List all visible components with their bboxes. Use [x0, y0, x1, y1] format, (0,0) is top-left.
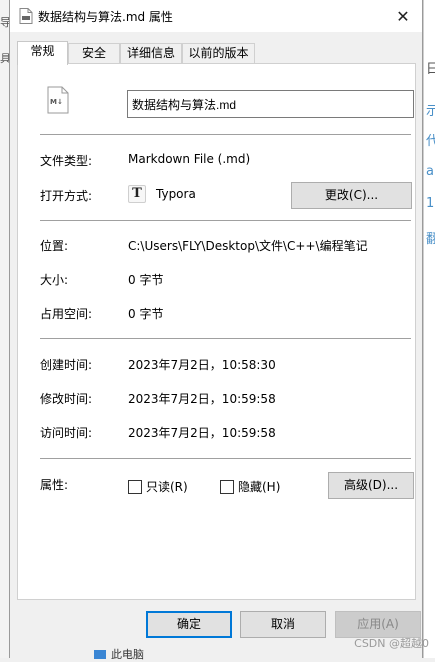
background-glyph: 日 — [426, 58, 435, 77]
apply-button[interactable]: 应用(A) — [335, 611, 421, 638]
ok-button[interactable]: 确定 — [146, 611, 232, 638]
background-glyph: 示 — [426, 100, 435, 119]
advanced-button[interactable]: 高级(D)... — [328, 472, 414, 499]
location-label: 位置: — [40, 239, 69, 253]
markdown-file-icon: M↓ — [47, 86, 69, 114]
close-icon: ✕ — [396, 6, 410, 26]
computer-icon — [94, 649, 106, 659]
modified-label: 修改时间: — [40, 392, 93, 406]
general-tab-panel: M↓ 文件类型: Markdown File (.md) 打开方式: T Typo… — [17, 63, 416, 600]
change-button[interactable]: 更改(C)... — [291, 182, 412, 209]
open-with-value: T Typora — [128, 185, 196, 203]
background-glyph: 代 — [426, 130, 435, 149]
open-with-label: 打开方式: — [40, 189, 93, 203]
svg-text:M↓: M↓ — [50, 98, 63, 106]
readonly-checkbox[interactable]: 只读(R) — [128, 478, 188, 495]
accessed-value: 2023年7月2日，10:59:58 — [128, 426, 276, 440]
file-type-label: 文件类型: — [40, 154, 93, 168]
this-pc-label: 此电脑 — [111, 648, 144, 661]
hidden-label: 隐藏(H) — [238, 480, 281, 494]
file-type-value: Markdown File (.md) — [128, 152, 251, 166]
tab-general[interactable]: 常规 — [17, 41, 68, 65]
title-bar[interactable]: 数据结构与算法.md 属性 ✕ — [10, 0, 422, 32]
background-window-right: 日 示 代 a 1 翻 — [423, 0, 435, 658]
background-glyph: 1 — [426, 196, 435, 211]
markdown-file-icon — [19, 8, 33, 24]
readonly-label: 只读(R) — [146, 480, 188, 494]
size-on-disk-label: 占用空间: — [40, 307, 93, 321]
filename-input[interactable] — [127, 90, 414, 118]
created-label: 创建时间: — [40, 358, 93, 372]
window-title: 数据结构与算法.md 属性 — [38, 10, 173, 24]
open-with-app-name: Typora — [156, 187, 196, 201]
created-value: 2023年7月2日，10:58:30 — [128, 358, 276, 372]
tab-previous-versions[interactable]: 以前的版本 — [182, 43, 255, 63]
checkbox-box[interactable] — [220, 479, 234, 494]
typora-icon: T — [128, 185, 146, 203]
hidden-checkbox[interactable]: 隐藏(H) — [220, 478, 280, 495]
separator — [40, 338, 411, 339]
modified-value: 2023年7月2日，10:59:58 — [128, 392, 276, 406]
tab-details[interactable]: 详细信息 — [120, 43, 182, 63]
tab-security[interactable]: 安全 — [68, 43, 120, 63]
attributes-label: 属性: — [40, 478, 69, 492]
background-glyph: 翻 — [426, 228, 435, 247]
close-button[interactable]: ✕ — [384, 0, 422, 32]
properties-dialog: 数据结构与算法.md 属性 ✕ 常规 安全 详细信息 以前的版本 M↓ 文件类型… — [9, 0, 423, 661]
cancel-button[interactable]: 取消 — [240, 611, 326, 638]
size-label: 大小: — [40, 273, 69, 287]
size-on-disk-value: 0 字节 — [128, 307, 164, 321]
separator — [40, 220, 411, 221]
background-explorer-item: 此电脑 — [94, 646, 144, 662]
separator — [40, 458, 411, 459]
watermark: CSDN @超越0 — [354, 637, 429, 650]
separator — [40, 134, 411, 135]
background-glyph: a — [426, 164, 434, 179]
location-value: C:\Users\FLY\Desktop\文件\C++\编程笔记 — [128, 239, 368, 253]
size-value: 0 字节 — [128, 273, 164, 287]
accessed-label: 访问时间: — [40, 426, 93, 440]
checkbox-box[interactable] — [128, 479, 142, 494]
